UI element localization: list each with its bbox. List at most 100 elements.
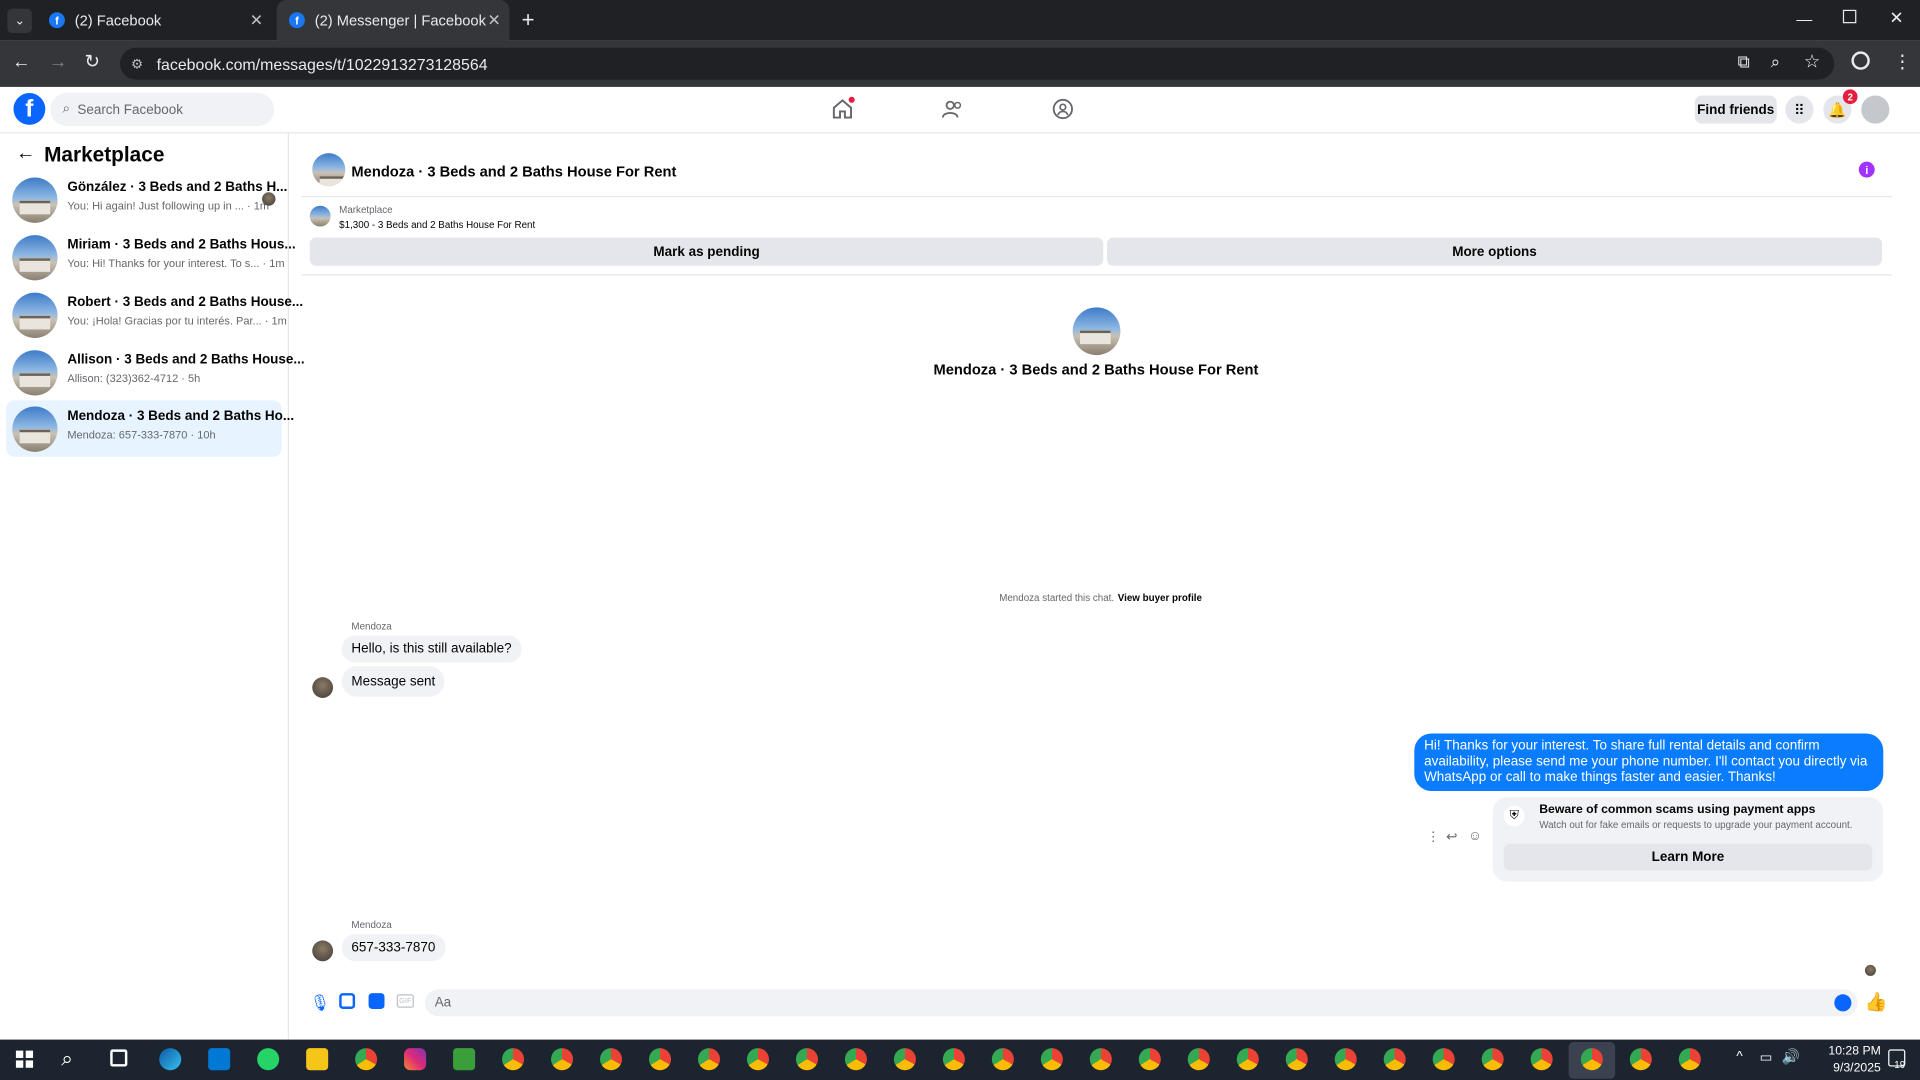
- chrome-icon[interactable]: [355, 1048, 378, 1071]
- conversation-name: Robert · 3 Beds and 2 Baths House...: [67, 295, 304, 310]
- like-thumb-icon[interactable]: 👍: [1865, 991, 1888, 1013]
- clock-date: 9/3/2025: [1833, 1061, 1881, 1076]
- taskbar-search-icon[interactable]: ⌕: [61, 1047, 73, 1071]
- menu-grid-icon[interactable]: ⠿: [1785, 95, 1814, 124]
- tray-chevron-icon[interactable]: ^: [1736, 1049, 1742, 1064]
- tab-facebook[interactable]: f (2) Facebook ✕: [37, 0, 272, 40]
- conversation-item-selected[interactable]: Mendoza · 3 Beds and 2 Baths Ho... Mendo…: [6, 400, 294, 457]
- tab-list-button[interactable]: ⌄: [7, 8, 32, 34]
- file-explorer-icon[interactable]: [306, 1048, 329, 1071]
- new-tab-icon[interactable]: +: [522, 7, 535, 33]
- chrome-profile-icon[interactable]: [648, 1048, 672, 1071]
- chrome-profile-icon[interactable]: [1334, 1048, 1357, 1071]
- edge-icon[interactable]: [159, 1048, 182, 1071]
- site-info-icon[interactable]: ⚙: [131, 56, 143, 72]
- chrome-profile-icon[interactable]: [795, 1048, 818, 1071]
- account-avatar[interactable]: [1861, 95, 1890, 124]
- attach-photo-icon[interactable]: [339, 993, 356, 1009]
- warning-body: Watch out for fake emails or requests to…: [1539, 819, 1853, 831]
- more-options-button[interactable]: More options: [1106, 237, 1883, 266]
- chrome-profile-icon[interactable]: [1383, 1048, 1406, 1071]
- chrome-profile-icon[interactable]: [1089, 1048, 1112, 1071]
- whatsapp-icon[interactable]: [257, 1048, 280, 1071]
- message-input[interactable]: Aa: [424, 989, 1858, 1017]
- chrome-profile-icon[interactable]: [600, 1048, 623, 1071]
- chrome-profile-icon[interactable]: [1530, 1048, 1553, 1071]
- info-icon[interactable]: i: [1858, 161, 1875, 178]
- friends-icon[interactable]: [941, 99, 964, 119]
- tab-messenger[interactable]: f (2) Messenger | Facebook ✕: [276, 0, 510, 41]
- emoji-picker-icon[interactable]: [1834, 994, 1852, 1012]
- incoming-message[interactable]: 657-333-7870: [341, 934, 446, 962]
- taskbar-clock[interactable]: 10:28 PM 9/3/2025: [1810, 1043, 1881, 1077]
- outgoing-message[interactable]: Hi! Thanks for your interest. To share f…: [1414, 733, 1884, 792]
- sticker-icon[interactable]: [368, 993, 385, 1009]
- chrome-profile-icon[interactable]: [1138, 1048, 1161, 1071]
- gif-icon[interactable]: GIF: [396, 994, 414, 1008]
- chrome-profile-icon[interactable]: [844, 1048, 867, 1071]
- chrome-profile-icon[interactable]: [1432, 1048, 1455, 1071]
- close-tab-icon[interactable]: ✕: [250, 11, 263, 31]
- zoom-icon[interactable]: ⌕: [1771, 51, 1781, 72]
- notepad-icon[interactable]: [453, 1048, 476, 1071]
- chrome-profile-icon[interactable]: [1629, 1048, 1652, 1071]
- chrome-profile-icon-active[interactable]: [1580, 1048, 1603, 1071]
- home-notification-dot: [848, 96, 855, 103]
- reply-icon[interactable]: ↩: [1446, 829, 1457, 845]
- facebook-logo-icon[interactable]: f: [13, 93, 46, 125]
- close-window-icon[interactable]: ✕: [1889, 7, 1903, 28]
- chrome-profile-icon[interactable]: [746, 1048, 769, 1071]
- back-icon[interactable]: ←: [12, 51, 30, 72]
- search-input[interactable]: ⌕ Search Facebook: [50, 93, 275, 127]
- bookmark-star-icon[interactable]: ☆: [1804, 50, 1820, 72]
- mark-as-pending-button[interactable]: Mark as pending: [309, 237, 1104, 266]
- chrome-profile-icon[interactable]: [1187, 1048, 1210, 1071]
- restore-icon[interactable]: [1842, 9, 1857, 24]
- chrome-profile-icon[interactable]: [502, 1048, 525, 1071]
- more-actions-icon[interactable]: ⋮: [1427, 829, 1440, 845]
- close-tab-icon[interactable]: ✕: [487, 11, 500, 31]
- view-buyer-profile-link[interactable]: View buyer profile: [1118, 593, 1202, 604]
- conversation-item[interactable]: Allison · 3 Beds and 2 Baths House... Al…: [6, 344, 305, 400]
- chrome-profile-icon[interactable]: [1678, 1048, 1701, 1071]
- instagram-icon[interactable]: [404, 1048, 427, 1071]
- chrome-profile-icon[interactable]: [942, 1048, 965, 1071]
- install-app-icon[interactable]: ⧉: [1738, 51, 1750, 72]
- volume-icon[interactable]: 🔊: [1782, 1048, 1800, 1065]
- back-arrow-icon[interactable]: ←: [16, 143, 36, 165]
- chrome-profile-icon[interactable]: [1285, 1048, 1308, 1071]
- reload-icon[interactable]: ↻: [84, 50, 99, 72]
- chat-avatar[interactable]: [312, 153, 346, 187]
- conversation-item[interactable]: Miriam · 3 Beds and 2 Baths Hous... You:…: [6, 229, 296, 285]
- profile-icon[interactable]: [1851, 51, 1870, 70]
- chrome-profile-icon[interactable]: [1040, 1048, 1063, 1071]
- chrome-profile-icon[interactable]: [697, 1048, 721, 1071]
- sender-avatar: [312, 677, 334, 698]
- tab-title: (2) Facebook: [74, 11, 162, 29]
- find-friends-button[interactable]: Find friends: [1694, 95, 1777, 124]
- home-icon[interactable]: [831, 96, 855, 119]
- incoming-message[interactable]: Hello, is this still available?: [341, 635, 522, 663]
- conversation-item[interactable]: Robert · 3 Beds and 2 Baths House... You…: [6, 287, 303, 343]
- chrome-profile-icon[interactable]: [1236, 1048, 1259, 1071]
- groups-icon[interactable]: [1052, 98, 1074, 120]
- minimize-icon[interactable]: —: [1796, 10, 1812, 28]
- windows-start-icon[interactable]: [15, 1050, 34, 1068]
- chrome-profile-icon[interactable]: [551, 1048, 574, 1071]
- chrome-profile-icon[interactable]: [893, 1048, 916, 1071]
- chat-title[interactable]: Mendoza · 3 Beds and 2 Baths House For R…: [351, 163, 676, 180]
- store-icon[interactable]: [208, 1048, 231, 1071]
- task-view-icon[interactable]: [110, 1049, 128, 1067]
- chrome-profile-icon[interactable]: [1481, 1048, 1504, 1071]
- microphone-icon[interactable]: 🎙: [310, 993, 330, 1013]
- learn-more-button[interactable]: Learn More: [1503, 843, 1873, 871]
- network-icon[interactable]: ▭: [1760, 1049, 1773, 1066]
- conversation-item[interactable]: Gönzález · 3 Beds and 2 Baths H... You: …: [6, 171, 287, 227]
- listing-summary[interactable]: $1,300 - 3 Beds and 2 Baths House For Re…: [339, 219, 535, 230]
- chrome-profile-icon[interactable]: [991, 1048, 1014, 1071]
- browser-menu-icon[interactable]: ⋮: [1893, 50, 1911, 72]
- incoming-message[interactable]: Message sent: [341, 666, 446, 697]
- forward-icon[interactable]: →: [49, 51, 67, 72]
- react-emoji-icon[interactable]: ☺: [1468, 829, 1482, 844]
- address-bar[interactable]: ⚙ facebook.com/messages/t/10229132731285…: [120, 47, 1835, 80]
